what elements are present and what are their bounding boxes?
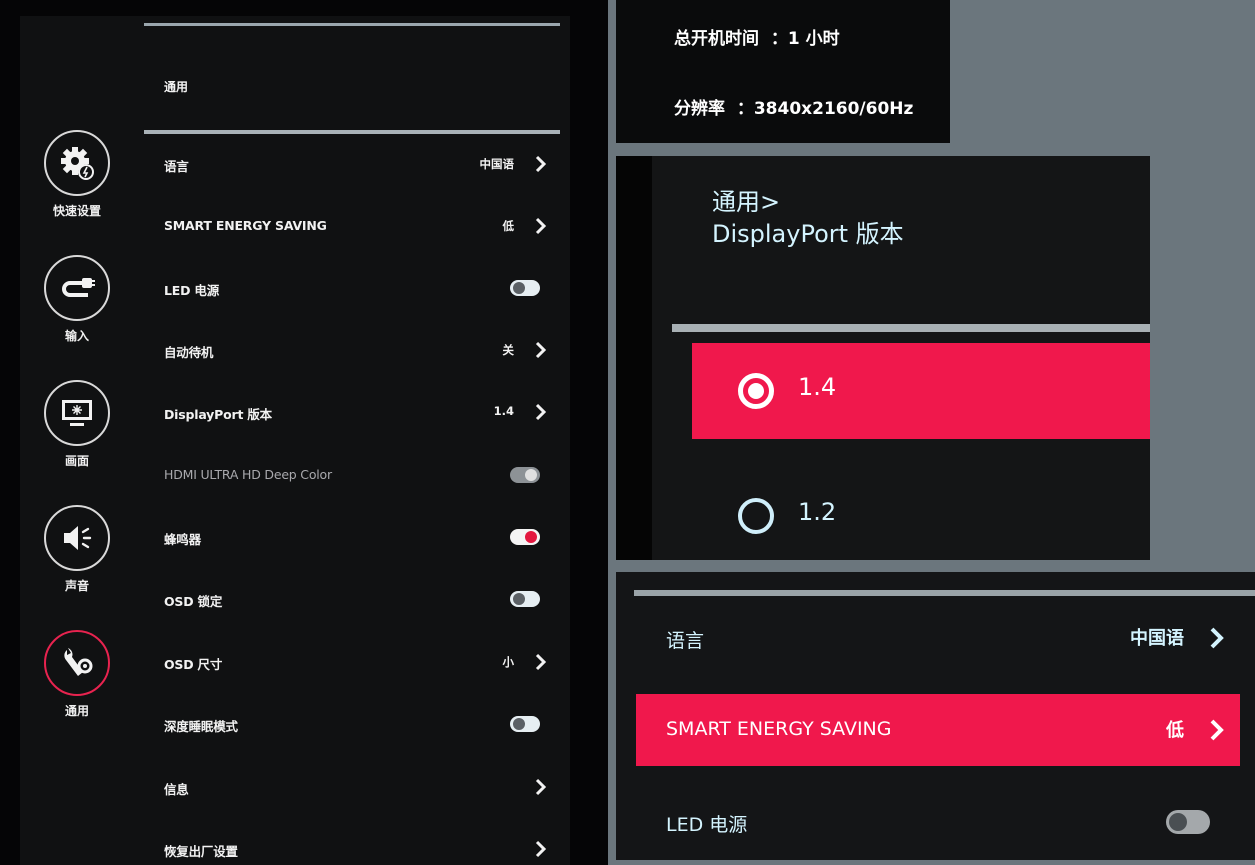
chevron-right-icon — [535, 155, 547, 173]
osd-menu-window: 快速设置 输入 画面 声音 通用 通用 语言 中国语 SMART ENERGY … — [20, 16, 570, 865]
menu-row-osd-size[interactable]: OSD 尺寸 小 — [144, 642, 560, 682]
row-label: LED 电源 — [666, 814, 748, 836]
category-sidebar: 快速设置 输入 画面 声音 通用 — [20, 16, 144, 865]
menu-row-auto-standby[interactable]: 自动待机 关 — [144, 330, 560, 370]
row-value: 中国语 — [479, 157, 515, 171]
toggle-knob — [1169, 813, 1187, 831]
chevron-right-icon — [535, 217, 547, 235]
chevron-right-icon — [535, 840, 547, 858]
toggle-knob — [513, 593, 525, 605]
row-label: 语言 — [164, 159, 189, 174]
wrench-gear-icon — [44, 630, 110, 696]
sidebar-item-sound[interactable]: 声音 — [20, 505, 134, 615]
toggle-knob — [525, 531, 537, 543]
zoomed-menu-panel: 语言 中国语 SMART ENERGY SAVING 低 LED 电源 — [616, 572, 1255, 860]
chevron-right-icon — [535, 341, 547, 359]
option-dp-1-2[interactable]: 1.2 — [692, 468, 1150, 560]
gear-badge-icon — [44, 130, 110, 196]
menu-row-led-power[interactable]: LED 电源 — [144, 268, 560, 308]
sidebar-item-input[interactable]: 输入 — [20, 255, 134, 365]
resolution-text: 分辨率 ：3840x2160/60Hz — [674, 99, 914, 119]
osd-lock-toggle[interactable] — [510, 591, 540, 607]
chevron-right-icon — [1210, 719, 1224, 741]
row-label: 信息 — [164, 782, 189, 797]
option-dp-1-4[interactable]: 1.4 — [692, 343, 1150, 439]
row-value: 中国语 — [1130, 628, 1184, 649]
row-label: LED 电源 — [164, 283, 220, 298]
menu-row-buzzer[interactable]: 蜂鸣器 — [144, 517, 560, 557]
panel-edge — [616, 156, 652, 560]
radio-selected-icon — [738, 373, 774, 409]
divider — [144, 23, 560, 26]
sidebar-item-label: 声音 — [64, 579, 89, 593]
menu-row-displayport-version[interactable]: DisplayPort 版本 1.4 — [144, 392, 560, 432]
sidebar-item-label: 画面 — [64, 454, 89, 468]
option-label: 1.4 — [798, 373, 837, 401]
chevron-right-icon — [1210, 627, 1224, 649]
sidebar-item-general[interactable]: 通用 — [20, 630, 134, 740]
sidebar-item-label: 快速设置 — [52, 204, 101, 218]
menu-row-osd-lock[interactable]: OSD 锁定 — [144, 579, 560, 619]
menu-row-deep-sleep[interactable]: 深度睡眠模式 — [144, 704, 560, 744]
row-value: 低 — [502, 219, 515, 233]
row-label: SMART ENERGY SAVING — [666, 718, 892, 740]
led-power-toggle[interactable] — [1166, 810, 1210, 834]
speaker-icon — [44, 505, 110, 571]
menu-row-smart-energy-saving[interactable]: SMART ENERGY SAVING 低 — [636, 694, 1240, 766]
menu-row-information[interactable]: 信息 — [144, 767, 560, 807]
option-label: 1.2 — [798, 498, 837, 526]
row-label: 蜂鸣器 — [164, 532, 201, 547]
row-label: DisplayPort 版本 — [164, 407, 272, 422]
radio-empty-icon — [738, 498, 774, 534]
info-panel: 总开机时间 ：1 小时 分辨率 ：3840x2160/60Hz — [616, 0, 950, 143]
row-value: 1.4 — [493, 404, 514, 418]
uptime-text: 总开机时间 ：1 小时 — [674, 29, 840, 49]
toggle-knob — [525, 469, 537, 481]
monitor-icon — [44, 380, 110, 446]
sidebar-item-label: 输入 — [64, 329, 89, 343]
buzzer-toggle[interactable] — [510, 529, 540, 545]
toggle-knob — [513, 282, 525, 294]
toggle-knob — [513, 718, 525, 730]
menu-row-language[interactable]: 语言 中国语 — [636, 602, 1240, 674]
row-label: HDMI ULTRA HD Deep Color — [164, 467, 332, 482]
input-cable-icon — [44, 255, 110, 321]
deep-sleep-toggle[interactable] — [510, 716, 540, 732]
page-title: 通用 — [164, 80, 189, 94]
row-label: OSD 锁定 — [164, 594, 223, 609]
row-label: 自动待机 — [164, 345, 214, 360]
breadcrumb: 通用> DisplayPort 版本 — [712, 186, 904, 250]
led-power-toggle[interactable] — [510, 280, 540, 296]
row-value: 小 — [502, 655, 515, 669]
breadcrumb-parent[interactable]: 通用> — [712, 186, 904, 218]
menu-row-factory-reset[interactable]: 恢复出厂设置 — [144, 829, 560, 865]
displayport-version-panel: 通用> DisplayPort 版本 1.4 1.2 — [616, 156, 1150, 560]
menu-row-language[interactable]: 语言 中国语 — [144, 144, 560, 184]
sidebar-item-picture[interactable]: 画面 — [20, 380, 134, 490]
divider — [144, 130, 560, 134]
menu-row-smart-energy-saving[interactable]: SMART ENERGY SAVING 低 — [144, 206, 560, 246]
sidebar-item-quick-settings[interactable]: 快速设置 — [20, 130, 134, 240]
page-title: DisplayPort 版本 — [712, 220, 904, 248]
chevron-right-icon — [535, 653, 547, 671]
row-label: 深度睡眠模式 — [164, 719, 238, 734]
sidebar-item-label: 通用 — [64, 704, 89, 718]
row-value: 关 — [502, 343, 515, 357]
row-label: 语言 — [666, 630, 705, 652]
row-label: OSD 尺寸 — [164, 657, 223, 672]
hdmi-deep-color-toggle — [510, 467, 540, 483]
row-label: SMART ENERGY SAVING — [164, 218, 327, 233]
chevron-right-icon — [535, 403, 547, 421]
divider — [634, 590, 1255, 596]
menu-row-led-power[interactable]: LED 电源 — [636, 786, 1240, 858]
menu-row-hdmi-deep-color: HDMI ULTRA HD Deep Color — [144, 455, 560, 495]
row-label: 恢复出厂设置 — [164, 844, 238, 859]
chevron-right-icon — [535, 778, 547, 796]
osd-main-panel: 快速设置 输入 画面 声音 通用 通用 语言 中国语 SMART ENERGY … — [0, 0, 608, 865]
row-value: 低 — [1166, 720, 1184, 741]
divider — [672, 324, 1150, 332]
